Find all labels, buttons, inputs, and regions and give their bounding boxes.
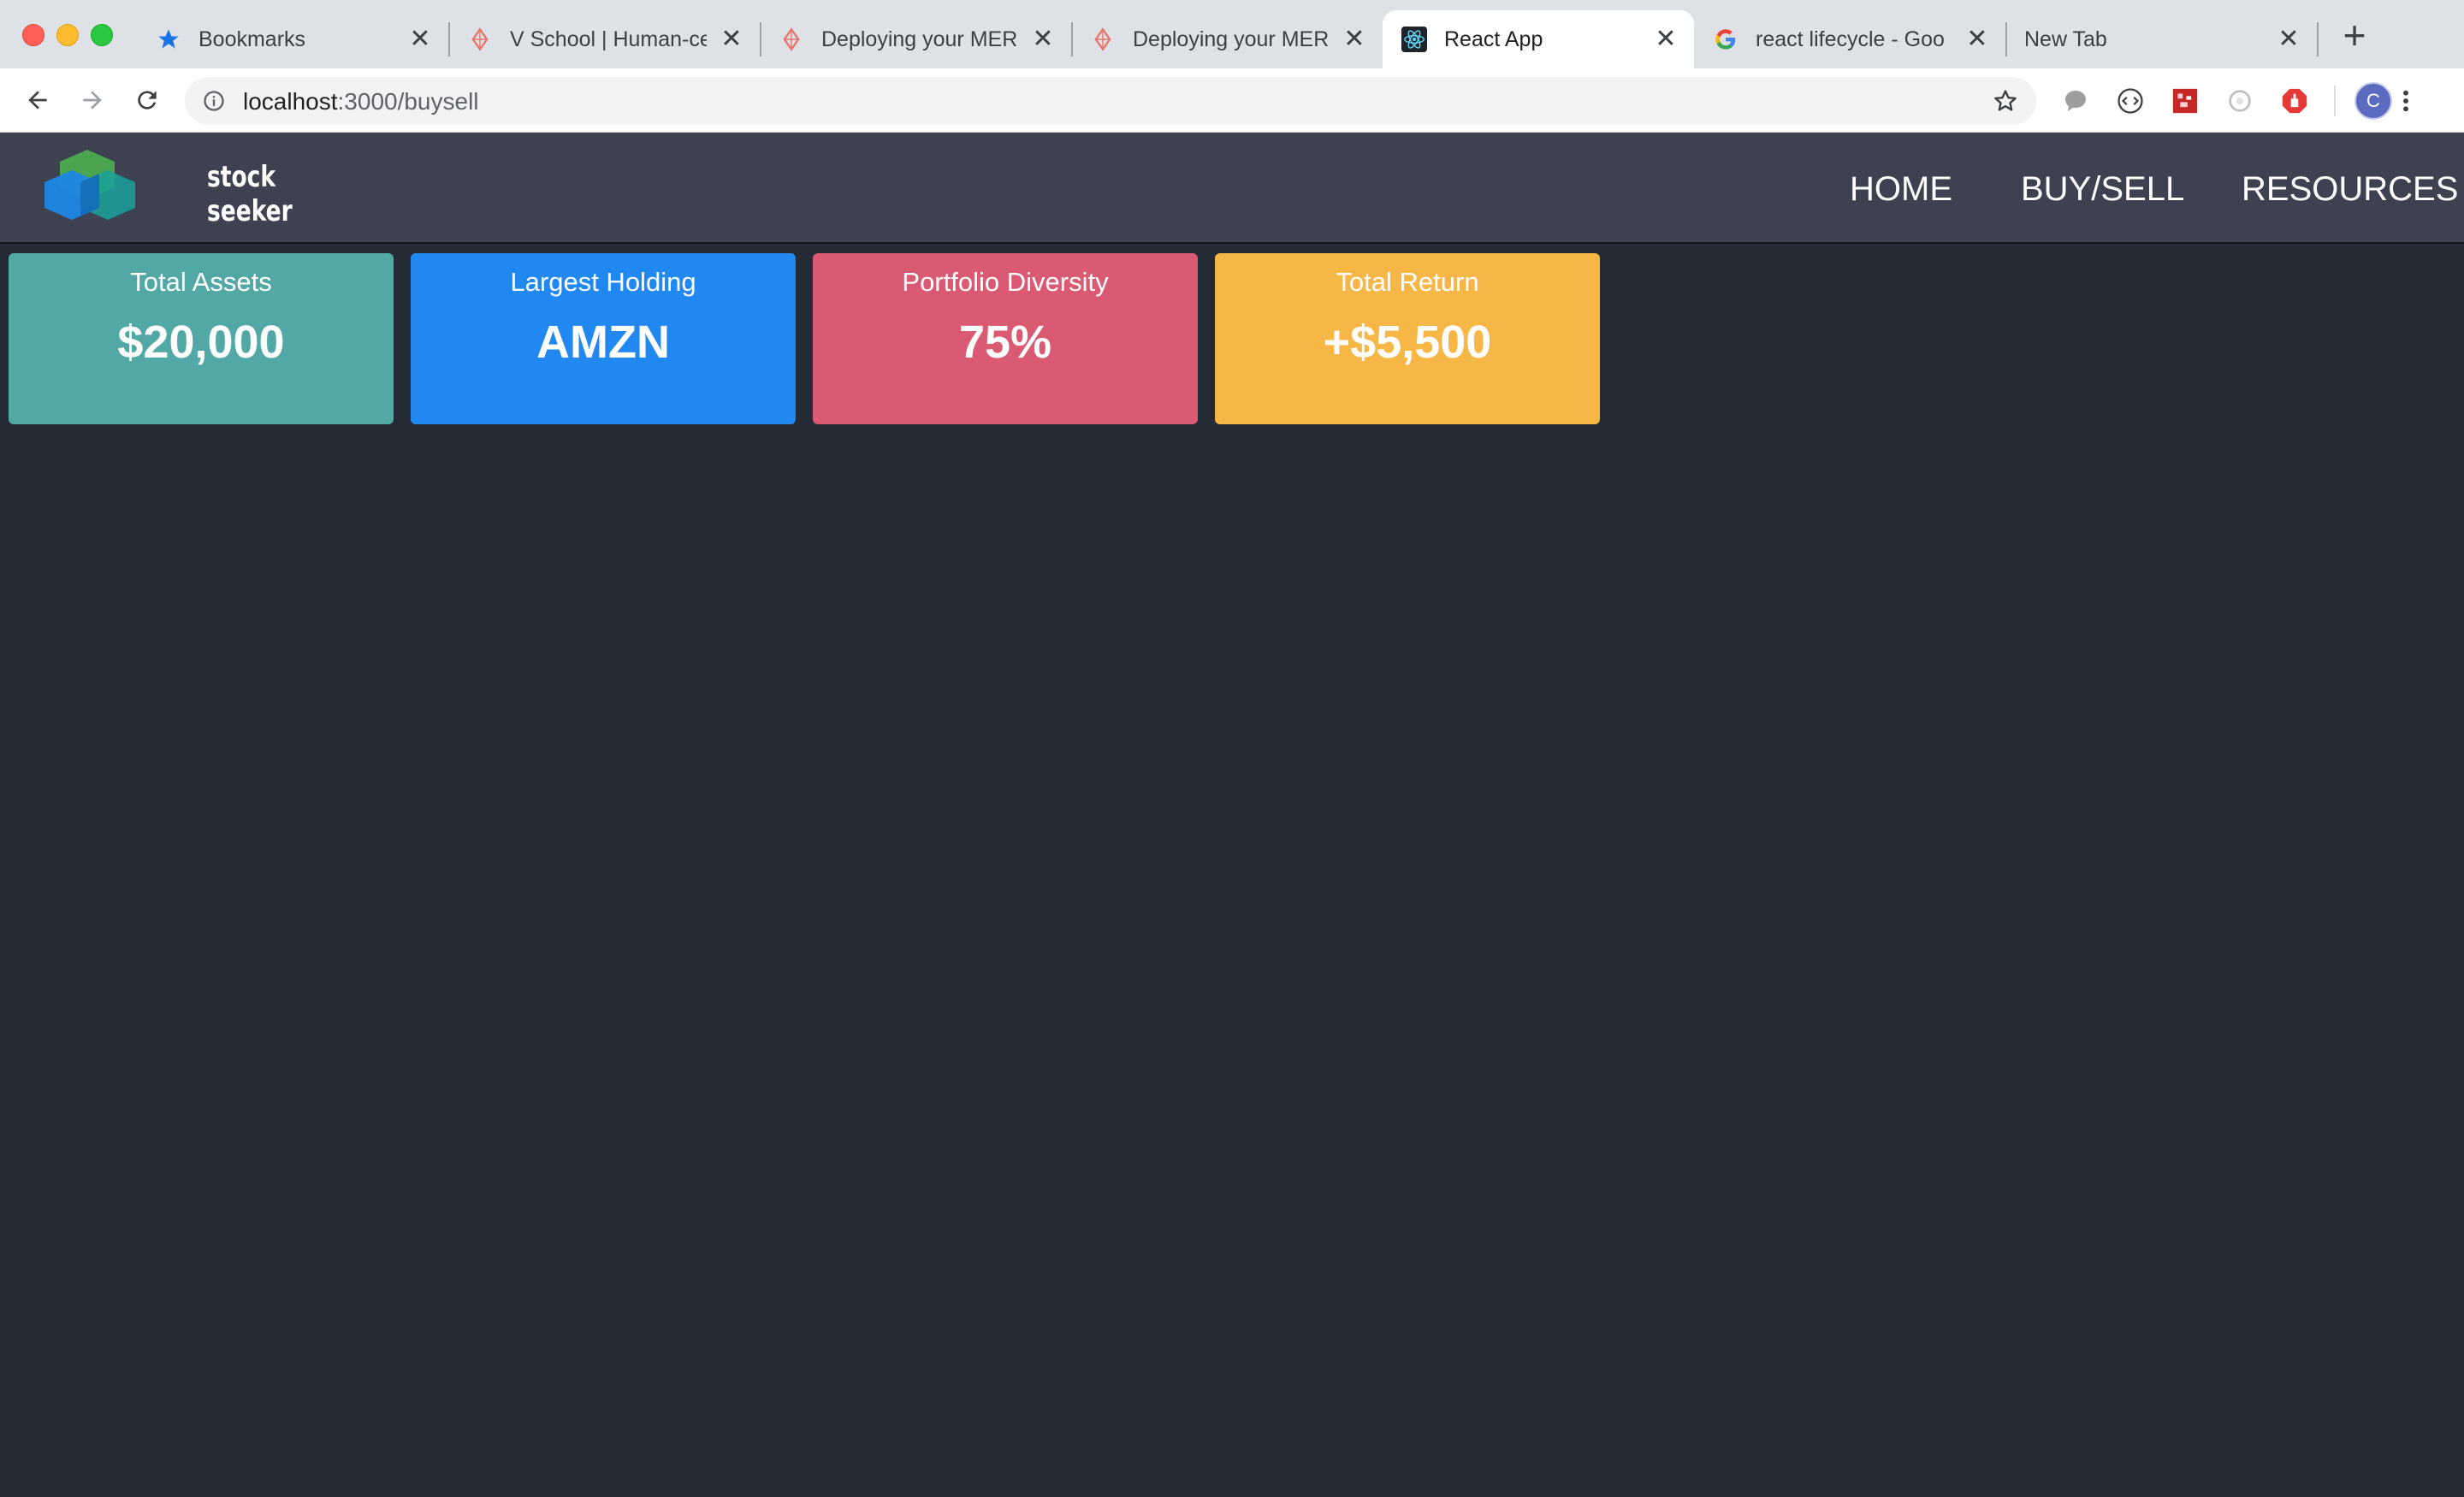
total-assets-card: Total Assets $20,000 [9,253,394,424]
tab-title: Deploying your MER [821,27,1018,51]
new-tab-button[interactable]: + [2337,15,2372,55]
tab-title: React App [1444,27,1543,51]
window-zoom-button[interactable] [91,24,113,46]
vschool-icon [467,27,493,52]
largest-holding-card: Largest Holding AMZN [411,253,796,424]
browser-tab-new-tab[interactable]: New Tab ✕ [2005,10,2319,68]
card-value: 75% [958,317,1052,368]
tab-close-icon[interactable]: ✕ [1030,27,1056,52]
browser-toolbar: localhost:3000/buysell [0,68,2464,133]
tab-title: Deploying your MER [1133,27,1330,51]
hexagon-logo-icon [44,150,135,220]
stock-seeker-logo[interactable]: stock seeker [43,145,293,230]
code-icon[interactable] [2115,86,2146,116]
total-return-card: Total Return +$5,500 [1215,253,1600,424]
browser-tab-deploying-2[interactable]: Deploying your MER ✕ [1071,10,1383,68]
sync-icon[interactable] [2224,86,2255,116]
toolbar-divider [2334,86,2336,116]
tab-close-icon[interactable]: ✕ [407,27,433,52]
browser-tab-google-search[interactable]: react lifecycle - Goo ✕ [1694,10,2007,68]
chat-bubble-icon[interactable] [2060,86,2091,116]
window-minimize-button[interactable] [56,24,79,46]
forward-arrow-icon[interactable] [75,83,110,117]
card-label: Portfolio Diversity [902,267,1109,297]
logo-line-1: stock [207,160,276,194]
nav-resources[interactable]: RESOURCES [2242,170,2458,208]
browser-tab-vschool[interactable]: V School | Human-ce ✕ [448,10,761,68]
logo-text: stock seeker [207,160,293,228]
app-navbar: stock seeker HOME BUY/SELL RESOURCES [0,133,2464,244]
nav-home[interactable]: HOME [1850,170,1952,208]
portfolio-diversity-card: Portfolio Diversity 75% [813,253,1198,424]
browser-tab-bookmarks[interactable]: Bookmarks ✕ [137,10,450,68]
address-bar[interactable]: localhost:3000/buysell [185,77,2036,125]
card-value: +$5,500 [1323,317,1492,368]
adblock-icon[interactable] [2279,86,2310,116]
tab-title: New Tab [2024,27,2107,51]
browser-tab-deploying-1[interactable]: Deploying your MER ✕ [760,10,1073,68]
back-arrow-icon[interactable] [21,83,55,117]
tab-title: V School | Human-ce [510,27,707,51]
tab-close-icon[interactable]: ✕ [1342,27,1367,52]
logo-line-2: seeker [207,194,293,228]
tab-close-icon[interactable]: ✕ [2276,27,2301,52]
vschool-icon [779,27,804,52]
tab-separator [2317,22,2319,56]
tab-title: react lifecycle - Goo [1756,27,1945,51]
browser-tab-react-app[interactable]: React App ✕ [1383,10,1694,68]
url-path: :3000/buysell [337,88,479,115]
card-label: Total Return [1336,267,1479,297]
site-info-icon[interactable] [202,89,226,113]
tab-close-icon[interactable]: ✕ [719,27,744,52]
card-value: AMZN [536,317,670,368]
profile-avatar[interactable]: C [2354,82,2392,120]
card-value: $20,000 [117,317,285,368]
card-label: Largest Holding [510,267,696,297]
star-icon [156,27,181,52]
window-close-button[interactable] [22,24,44,46]
tab-close-icon[interactable]: ✕ [1964,27,1990,52]
google-icon [1713,27,1738,52]
more-menu-icon[interactable] [2399,86,2413,116]
tab-close-icon[interactable]: ✕ [1653,27,1679,52]
card-label: Total Assets [130,267,272,297]
address-url: localhost:3000/buysell [243,88,479,115]
browser-tab-strip: Bookmarks ✕ V School | Human-ce ✕ Deploy… [0,0,2464,68]
url-host: localhost [243,88,338,115]
reload-icon[interactable] [130,83,164,117]
vschool-icon [1090,27,1116,52]
tab-title: Bookmarks [198,27,306,51]
pixel-ext-icon[interactable] [2170,86,2200,116]
react-icon [1401,27,1427,52]
bookmark-star-icon[interactable] [1992,87,2019,115]
nav-buy-sell[interactable]: BUY/SELL [2021,170,2184,208]
